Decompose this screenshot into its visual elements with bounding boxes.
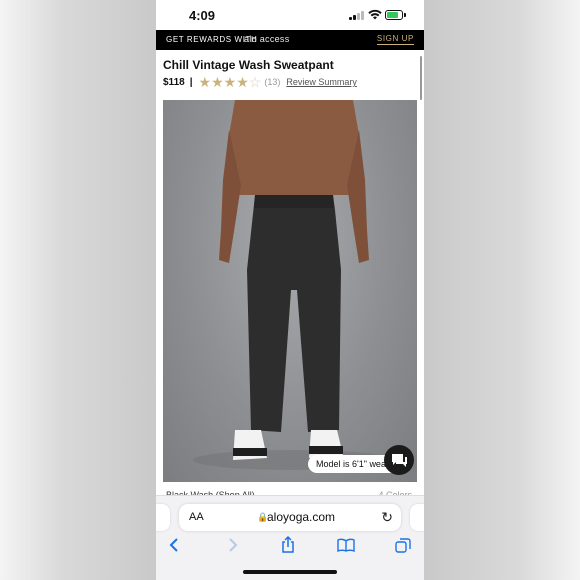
review-count: (13) (264, 77, 281, 87)
next-tab-pill[interactable] (410, 504, 424, 531)
battery-icon (385, 10, 406, 20)
scrollbar[interactable] (420, 56, 422, 100)
reload-icon[interactable]: ↻ (381, 509, 393, 526)
background-left (0, 0, 156, 580)
divider: | (189, 76, 193, 88)
phone-screen: 4:09 GET REWARDS WITH alo access SIGN UP… (156, 0, 424, 580)
sign-up-link[interactable]: SIGN UP (376, 34, 414, 45)
cellular-signal-icon (349, 11, 365, 20)
model-figure (193, 100, 393, 470)
chevron-left-icon[interactable] (169, 538, 179, 552)
clock: 4:09 (189, 8, 216, 23)
chevron-right-icon[interactable] (228, 538, 238, 552)
address-bar[interactable]: AA 🔒 aloyoga.com ↻ (179, 504, 401, 531)
status-bar: 4:09 (156, 0, 424, 30)
background-right (424, 0, 580, 580)
star-icon: ★ (198, 74, 212, 90)
browser-toolbar (156, 536, 424, 553)
review-summary-link[interactable]: Review Summary (286, 77, 357, 87)
share-icon[interactable] (281, 536, 295, 553)
chat-icon[interactable] (384, 445, 414, 475)
wifi-icon (368, 9, 382, 20)
alo-access-logo: alo access (244, 34, 290, 44)
text-size-button[interactable]: AA (189, 511, 204, 523)
book-icon[interactable] (337, 538, 355, 552)
tabs-icon[interactable] (395, 538, 411, 553)
previous-tab-pill[interactable] (156, 504, 170, 531)
price-rating-row: $118 | ★ ★ ★ ★ ☆ (13) Review Summary (163, 75, 357, 89)
star-rating[interactable]: ★ ★ ★ ★ ☆ (199, 75, 262, 89)
star-outline-icon: ☆ (248, 74, 262, 90)
product-price: $118 (163, 76, 185, 88)
product-image[interactable]: Model is 6'1" wear... (163, 100, 417, 482)
star-icon: ★ (236, 74, 249, 90)
url-text[interactable]: aloyoga.com (267, 510, 335, 524)
product-title: Chill Vintage Wash Sweatpant (163, 58, 334, 72)
rewards-banner: GET REWARDS WITH alo access SIGN UP (156, 30, 424, 50)
star-icon: ★ (211, 74, 224, 90)
star-icon: ★ (223, 74, 237, 90)
home-indicator[interactable] (243, 570, 337, 574)
